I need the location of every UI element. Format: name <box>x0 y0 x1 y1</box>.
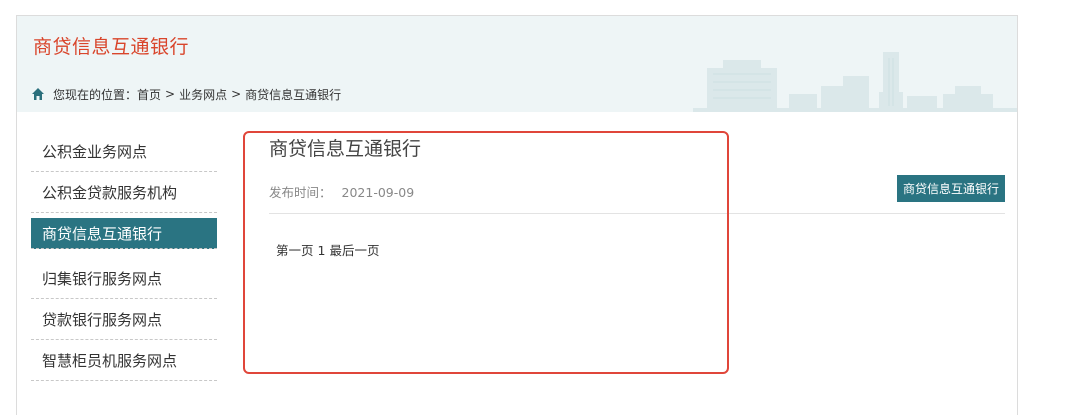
breadcrumb-prefix: 您现在的位置： <box>53 87 138 102</box>
first-page-link[interactable]: 第一页 <box>276 243 314 258</box>
home-icon[interactable] <box>31 87 45 101</box>
sidebar-item-smart-teller-outlets[interactable]: 智慧柜员机服务网点 <box>31 341 217 381</box>
site-title: 商贷信息互通银行 <box>33 36 190 58</box>
sidebar-item-fund-outlets[interactable]: 公积金业务网点 <box>31 132 217 172</box>
breadcrumb-home-link[interactable]: 首页 <box>137 86 161 103</box>
city-skyline-illustration <box>693 52 1017 112</box>
page-frame: 商贷信息互通银行 您现在的位置： 首页 > 业务网点 > 商贷信息互通银行 公积… <box>16 15 1018 415</box>
content-divider <box>269 213 1005 214</box>
site-header: 商贷信息互通银行 您现在的位置： 首页 > 业务网点 > 商贷信息互通银行 <box>17 16 1017 112</box>
sidebar-item-commercial-loan-banks[interactable]: 商贷信息互通银行 <box>31 218 217 249</box>
sidebar-item-loan-bank-outlets[interactable]: 贷款银行服务网点 <box>31 300 217 340</box>
article-title: 商贷信息互通银行 <box>269 138 422 160</box>
sidebar-item-collection-bank-outlets[interactable]: 归集银行服务网点 <box>31 259 217 299</box>
last-page-link[interactable]: 最后一页 <box>329 243 379 258</box>
breadcrumb-separator: > <box>165 87 176 101</box>
breadcrumb-current: 商贷信息互通银行 <box>245 87 342 102</box>
publish-info: 发布时间： 2021-09-09 <box>269 182 414 201</box>
publish-label: 发布时间： <box>269 185 332 200</box>
sidebar-item-fund-loan-institutions[interactable]: 公积金贷款服务机构 <box>31 173 217 213</box>
breadcrumb: 您现在的位置： 首页 > 业务网点 > 商贷信息互通银行 <box>31 85 341 103</box>
breadcrumb-outlets-link[interactable]: 业务网点 <box>179 86 227 103</box>
breadcrumb-separator: > <box>231 87 242 101</box>
category-button[interactable]: 商贷信息互通银行 <box>896 175 1005 202</box>
pagination: 第一页 1 最后一页 <box>276 240 383 259</box>
publish-date: 2021-09-09 <box>341 185 415 200</box>
sidebar-nav: 公积金业务网点 公积金贷款服务机构 商贷信息互通银行 归集银行服务网点 贷款银行… <box>31 132 217 382</box>
current-page: 1 <box>317 243 326 258</box>
